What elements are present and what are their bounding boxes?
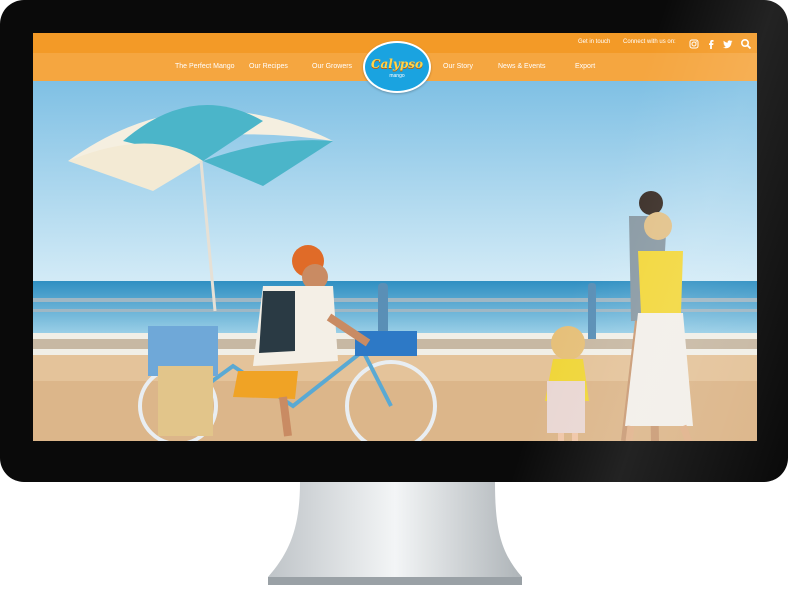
monitor-stand (268, 482, 522, 585)
logo-brand-text: Calypso (370, 57, 423, 71)
logo-sub-text: mango (389, 73, 405, 79)
search-icon[interactable] (740, 37, 752, 50)
get-in-touch-link[interactable]: Get in touch (578, 39, 610, 45)
nav-item-news-events[interactable]: News & Events (498, 63, 545, 70)
nav-item-our-growers[interactable]: Our Growers (312, 63, 352, 70)
nav-item-our-story[interactable]: Our Story (443, 63, 473, 70)
nav-item-our-recipes[interactable]: Our Recipes (249, 63, 288, 70)
hero-image (33, 81, 757, 441)
twitter-icon[interactable] (722, 37, 734, 49)
website-screen: Get in touch Connect with us on: The Per… (33, 33, 757, 441)
nav-item-perfect-mango[interactable]: The Perfect Mango (175, 63, 235, 70)
instagram-icon[interactable] (688, 37, 700, 49)
nav-item-export[interactable]: Export (575, 63, 595, 70)
connect-label: Connect with us on: (623, 39, 676, 45)
facebook-icon[interactable] (705, 37, 717, 49)
brand-logo[interactable]: Calypso mango (363, 41, 431, 93)
monitor-frame: Get in touch Connect with us on: The Per… (0, 0, 788, 482)
